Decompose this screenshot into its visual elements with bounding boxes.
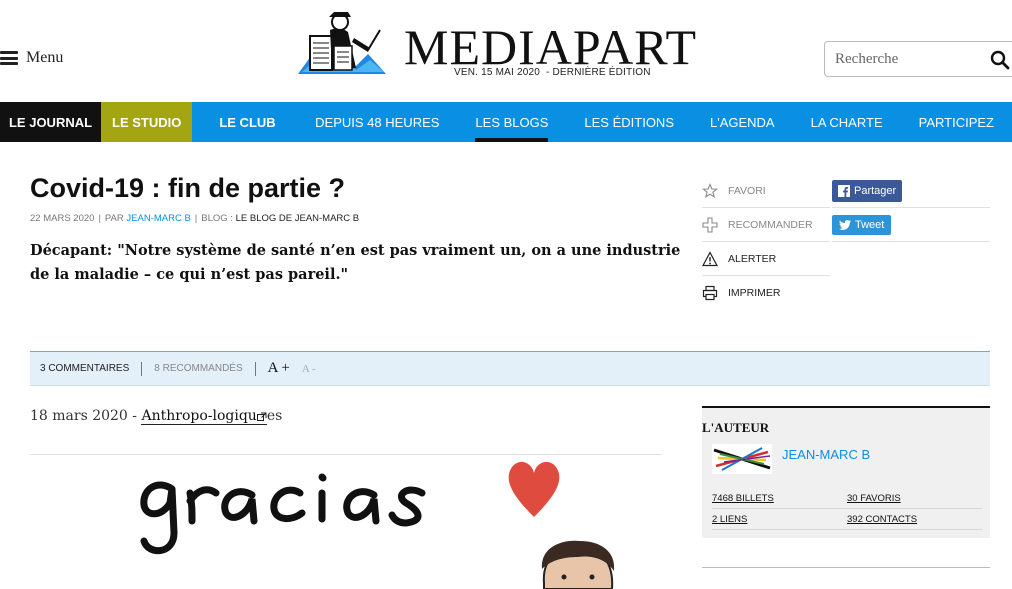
- font-decrease-button[interactable]: A -: [302, 363, 316, 375]
- imprimer-label: IMPRIMER: [728, 287, 781, 299]
- twitter-bird-icon: [839, 219, 851, 230]
- printer-icon: [702, 285, 718, 301]
- toolbar-divider: [141, 361, 143, 376]
- article-toolbar: 3 COMMENTAIRES 8 RECOMMANDÉS A + A -: [30, 351, 990, 386]
- nav-le-journal[interactable]: LE JOURNAL: [0, 102, 102, 142]
- article-meta: 22 MARS 2020 | PAR JEAN-MARC B | BLOG : LE B…: [30, 213, 360, 224]
- search-icon[interactable]: [990, 50, 1010, 70]
- article-date: 22 MARS 2020: [30, 213, 95, 224]
- author-stats: 7468 BILLETS 30 FAVORIS 2 LIENS 392 CONT…: [712, 488, 982, 530]
- external-link-icon: [256, 412, 267, 421]
- share-row-facebook: Partager: [832, 174, 990, 208]
- nav-participez[interactable]: PARTICIPEZ: [901, 102, 1012, 142]
- recommander-button[interactable]: RECOMMANDER: [702, 208, 830, 242]
- blog-prefix: BLOG :: [201, 213, 233, 224]
- by-prefix: PAR: [104, 213, 124, 224]
- source-link-tail: es: [266, 408, 283, 424]
- partager-label: Partager: [854, 184, 897, 197]
- share-row-twitter: Tweet: [832, 208, 990, 242]
- logo-wordmark: MEDIAPART: [404, 19, 698, 75]
- article-title: Covid-19 : fin de partie ?: [30, 173, 346, 203]
- search-box: [824, 41, 1012, 77]
- alerter-button[interactable]: ALERTER: [702, 242, 830, 276]
- source-link-label: Anthropo-logiqu: [141, 408, 257, 424]
- author-box: L'AUTEUR JEAN-MARC B 7468 BILLETS 30 FAV…: [702, 406, 990, 538]
- font-increase-button[interactable]: A +: [268, 360, 290, 377]
- plus-icon: [702, 216, 718, 233]
- imprimer-button[interactable]: IMPRIMER: [702, 276, 830, 310]
- nav-le-club[interactable]: LE CLUB: [192, 102, 297, 142]
- comments-count-link[interactable]: 3 COMMENTAIRES: [40, 363, 129, 374]
- post-date: 18 mars 2020 -: [30, 408, 138, 424]
- warning-icon: [702, 250, 718, 266]
- main-nav: LE JOURNAL LE STUDIO LE CLUB DEPUIS 48 H…: [0, 102, 1012, 142]
- author-link[interactable]: JEAN-MARC B: [126, 213, 190, 224]
- gracias-illustration: [30, 455, 662, 589]
- nav-le-studio[interactable]: LE STUDIO: [101, 102, 193, 142]
- recommended-count: 8 RECOMMANDÉS: [154, 363, 243, 374]
- menu-label: Menu: [26, 49, 64, 66]
- star-icon: [702, 182, 718, 198]
- author-avatar[interactable]: [712, 444, 772, 474]
- sidebar-divider: [702, 567, 990, 568]
- stat-row: 2 LIENS 392 CONTACTS: [712, 509, 982, 530]
- facebook-icon: [838, 184, 850, 197]
- share-buttons: Partager Tweet: [832, 174, 990, 242]
- nav-agenda[interactable]: L'AGENDA: [692, 102, 793, 142]
- nav-depuis-48-heures[interactable]: DEPUIS 48 HEURES: [297, 102, 457, 142]
- tweet-label: Tweet: [855, 218, 885, 231]
- site-header: Menu MEDIAPART VEN. 15 MAI 2020 - DERNIÈ…: [0, 0, 1012, 102]
- search-input[interactable]: [835, 50, 985, 68]
- article-actions: FAVORI RECOMMANDER ALERTER IMPRIMER: [702, 174, 830, 310]
- post-dateline: 18 mars 2020 - Anthropo-logiqu es: [30, 408, 283, 425]
- blog-link[interactable]: LE BLOG DE JEAN-MARC B: [236, 213, 360, 224]
- favori-button[interactable]: FAVORI: [702, 174, 830, 208]
- author-heading: L'AUTEUR: [702, 420, 770, 435]
- favori-label: FAVORI: [728, 184, 766, 197]
- toolbar-divider: [254, 361, 256, 376]
- town-crier-logo-icon: [298, 12, 386, 74]
- article-lede: Décapant: "Notre système de santé n’en e…: [30, 242, 681, 283]
- edition-date: VEN. 15 MAI 2020 - DERNIÈRE ÉDITION: [454, 67, 651, 78]
- article-image-gracias: [30, 455, 662, 589]
- liens-link[interactable]: 2 LIENS: [712, 514, 847, 525]
- tweet-button[interactable]: Tweet: [832, 214, 892, 235]
- alerter-label: ALERTER: [728, 252, 777, 265]
- nav-les-blogs[interactable]: LES BLOGS: [457, 102, 566, 142]
- menu-button[interactable]: Menu: [0, 49, 63, 67]
- recommander-label: RECOMMANDER: [728, 218, 813, 231]
- nav-la-charte[interactable]: LA CHARTE: [793, 102, 901, 142]
- nav-les-editions[interactable]: LES ÉDITIONS: [566, 102, 692, 142]
- author-name-link[interactable]: JEAN-MARC B: [782, 447, 870, 462]
- stat-row: 7468 BILLETS 30 FAVORIS: [712, 488, 982, 509]
- contacts-link[interactable]: 392 CONTACTS: [847, 514, 982, 525]
- hamburger-icon: [0, 51, 18, 65]
- source-link[interactable]: Anthropo-logiqu: [141, 408, 267, 425]
- favoris-link[interactable]: 30 FAVORIS: [847, 493, 982, 504]
- facebook-share-button[interactable]: Partager: [832, 179, 903, 202]
- mediapart-logo[interactable]: MEDIAPART VEN. 15 MAI 2020 - DERNIÈRE ÉD…: [296, 8, 716, 80]
- billets-link[interactable]: 7468 BILLETS: [712, 493, 847, 504]
